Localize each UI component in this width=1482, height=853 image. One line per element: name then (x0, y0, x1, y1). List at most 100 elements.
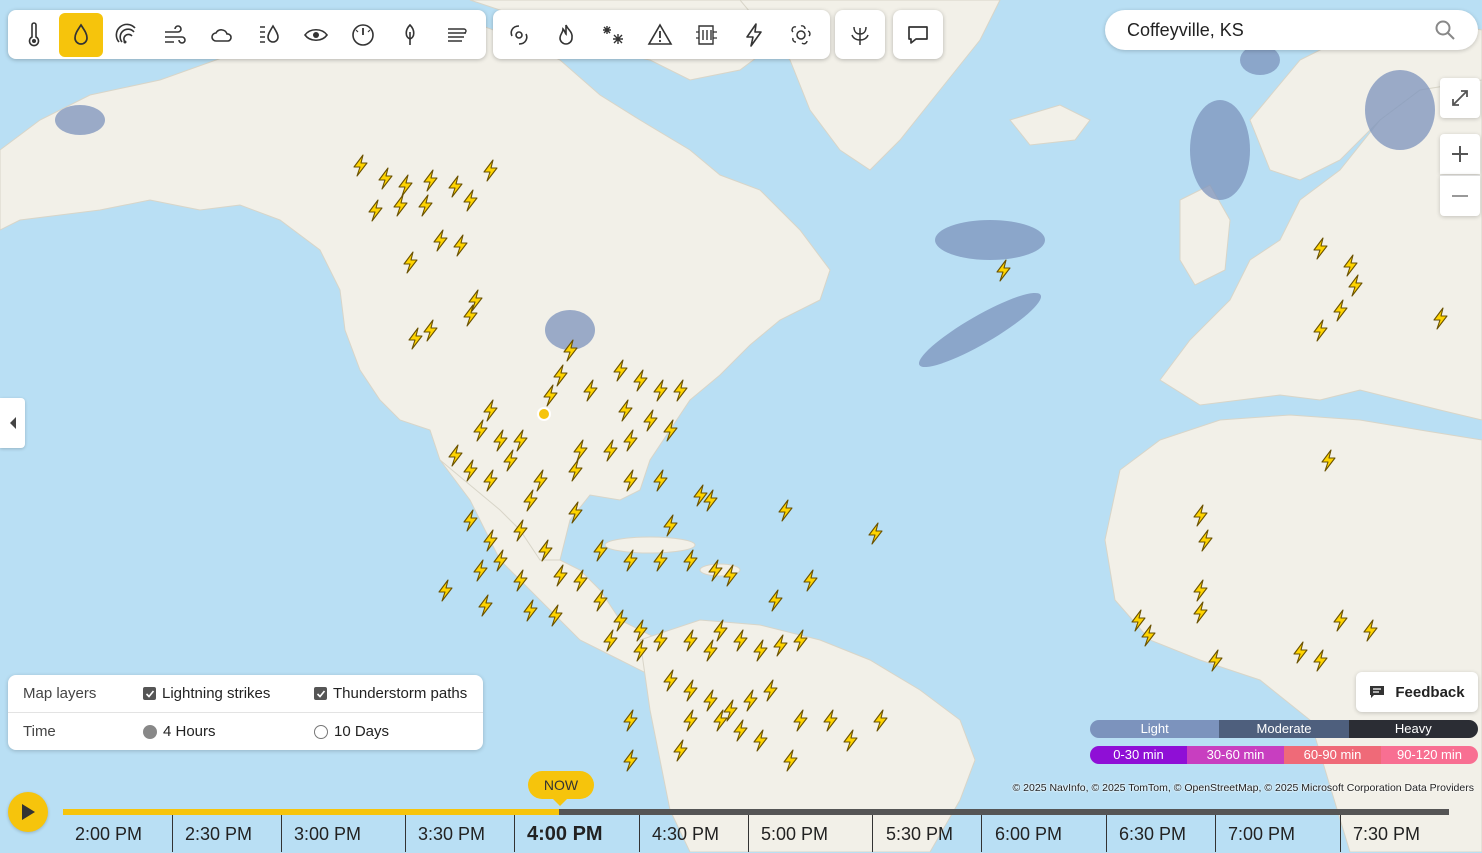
lightning-strikes-label: Lightning strikes (162, 685, 271, 702)
plus-icon (1452, 146, 1468, 162)
timeline: 2:00 PM 2:30 PM 3:00 PM 3:30 PM 4:00 PM 4:30 … (0, 800, 1482, 852)
timeline-tick[interactable]: 7:00 PM (1228, 815, 1295, 852)
timeline-tick[interactable]: 4:00 PM (527, 815, 603, 852)
location-search[interactable] (1105, 10, 1478, 50)
legend-item: Heavy (1348, 720, 1478, 738)
radar-layer-button[interactable] (106, 13, 150, 57)
droplet-icon (73, 22, 88, 45)
time-10-days-label: 10 Days (334, 723, 390, 740)
land-cuba (604, 536, 696, 554)
timeline-tick[interactable]: 3:00 PM (294, 815, 361, 852)
time-label: Time (23, 723, 56, 740)
layer-toolbar-hazards (493, 10, 830, 59)
minus-icon (1452, 195, 1468, 197)
timeline-tick[interactable]: 5:30 PM (886, 815, 953, 852)
fire-layer-button[interactable] (544, 13, 588, 57)
plant-layer-button[interactable] (838, 13, 882, 57)
map-layers-label: Map layers (23, 685, 97, 702)
now-badge[interactable]: NOW (528, 771, 594, 799)
radar-icon (115, 23, 136, 43)
pressure-gauge-layer-button[interactable] (341, 13, 385, 57)
search-input[interactable] (1125, 18, 1429, 42)
thermometer-layer-button[interactable] (12, 13, 56, 57)
legend: Light Moderate Heavy 0-30 min 30-60 min 60-9… (1090, 720, 1478, 772)
legend-item: 60-90 min (1284, 746, 1381, 764)
chat-icon (908, 25, 928, 44)
droplet-layer-button[interactable] (58, 12, 103, 57)
lightning-layer-button[interactable] (732, 13, 776, 57)
timeline-separator (639, 815, 640, 852)
warning-layer-button[interactable] (638, 13, 682, 57)
legend-item: 30-60 min (1187, 746, 1284, 764)
eye-icon (303, 28, 328, 41)
side-panel-toggle[interactable] (0, 398, 25, 448)
timeline-tick[interactable]: 6:00 PM (995, 815, 1062, 852)
legend-item: Moderate (1219, 720, 1349, 738)
timeline-tick[interactable]: 2:30 PM (185, 815, 252, 852)
fog-layer-button[interactable] (435, 13, 479, 57)
humidity-layer-button[interactable] (247, 13, 291, 57)
snowflake-layer-button[interactable] (591, 13, 635, 57)
legend-item: 0-30 min (1090, 746, 1187, 764)
fire-icon (558, 24, 573, 45)
wind-layer-button[interactable] (153, 13, 197, 57)
timeline-separator (172, 815, 173, 852)
legend-item: Light (1090, 720, 1220, 738)
timeline-separator (981, 815, 982, 852)
time-row: Time 4 Hours 10 Days (8, 713, 483, 750)
thermometer-icon (28, 21, 39, 46)
intensity-legend: Light Moderate Heavy (1090, 720, 1478, 738)
plant-icon (851, 26, 869, 45)
chat-layer-button[interactable] (896, 13, 940, 57)
snowflake-icon (602, 25, 623, 44)
radio-selected-icon (143, 724, 157, 739)
time-10-days-radio[interactable]: 10 Days (314, 723, 389, 740)
air-quality-icon (695, 24, 717, 45)
thunderstorm-paths-checkbox[interactable]: Thunderstorm paths (314, 685, 467, 702)
eye-layer-button[interactable] (294, 13, 338, 57)
zoom-out-button[interactable] (1440, 175, 1480, 216)
legend-item: 90-120 min (1381, 746, 1478, 764)
timeline-separator (1340, 815, 1341, 852)
map-layers-panel: Map layers Lightning strikes Thunderstor… (8, 675, 483, 750)
cloud-layer-button[interactable] (200, 13, 244, 57)
timeline-separator (281, 815, 282, 852)
timeline-separator (405, 815, 406, 852)
lightning-icon (745, 22, 762, 47)
hurricane-layer-button[interactable] (497, 13, 541, 57)
pollen-icon (790, 24, 811, 44)
air-quality-layer-button[interactable] (685, 13, 729, 57)
fog-icon (447, 27, 467, 42)
humidity-icon (259, 23, 279, 43)
layer-toolbar-plants (835, 10, 885, 59)
timeline-tick[interactable]: 6:30 PM (1119, 815, 1186, 852)
timeline-tick[interactable]: 2:00 PM (75, 815, 142, 852)
timeline-tick[interactable]: 7:30 PM (1353, 815, 1420, 852)
map-credits: © 2025 NavInfo, © 2025 TomTom, © OpenStr… (1012, 782, 1474, 794)
pressure-gauge-icon (351, 23, 374, 46)
lightning-strikes-checkbox[interactable]: Lightning strikes (143, 685, 270, 702)
tree-layer-button[interactable] (388, 13, 432, 57)
zoom-in-button[interactable] (1440, 134, 1480, 174)
timeline-separator (514, 815, 515, 852)
fullscreen-button[interactable] (1440, 78, 1480, 118)
timeline-tick[interactable]: 4:30 PM (652, 815, 719, 852)
layer-toolbar-main (8, 10, 486, 59)
timeline-tick[interactable]: 3:30 PM (418, 815, 485, 852)
layer-toolbar-chat (893, 10, 943, 59)
thunderstorm-paths-label: Thunderstorm paths (333, 685, 468, 702)
duration-legend: 0-30 min 30-60 min 60-90 min 90-120 min (1090, 746, 1478, 764)
wind-icon (164, 24, 186, 44)
now-pointer (551, 797, 569, 806)
time-4-hours-radio[interactable]: 4 Hours (143, 723, 216, 740)
pollen-layer-button[interactable] (779, 13, 823, 57)
timeline-progress (63, 809, 560, 815)
cloud-icon (210, 28, 232, 42)
map-layers-row: Map layers Lightning strikes Thunderstor… (8, 675, 483, 713)
hurricane-icon (509, 24, 528, 45)
timeline-tick[interactable]: 5:00 PM (761, 815, 828, 852)
play-button[interactable] (8, 792, 48, 832)
search-icon[interactable] (1434, 19, 1456, 41)
location-marker (537, 407, 551, 421)
feedback-button[interactable]: Feedback (1356, 672, 1478, 712)
